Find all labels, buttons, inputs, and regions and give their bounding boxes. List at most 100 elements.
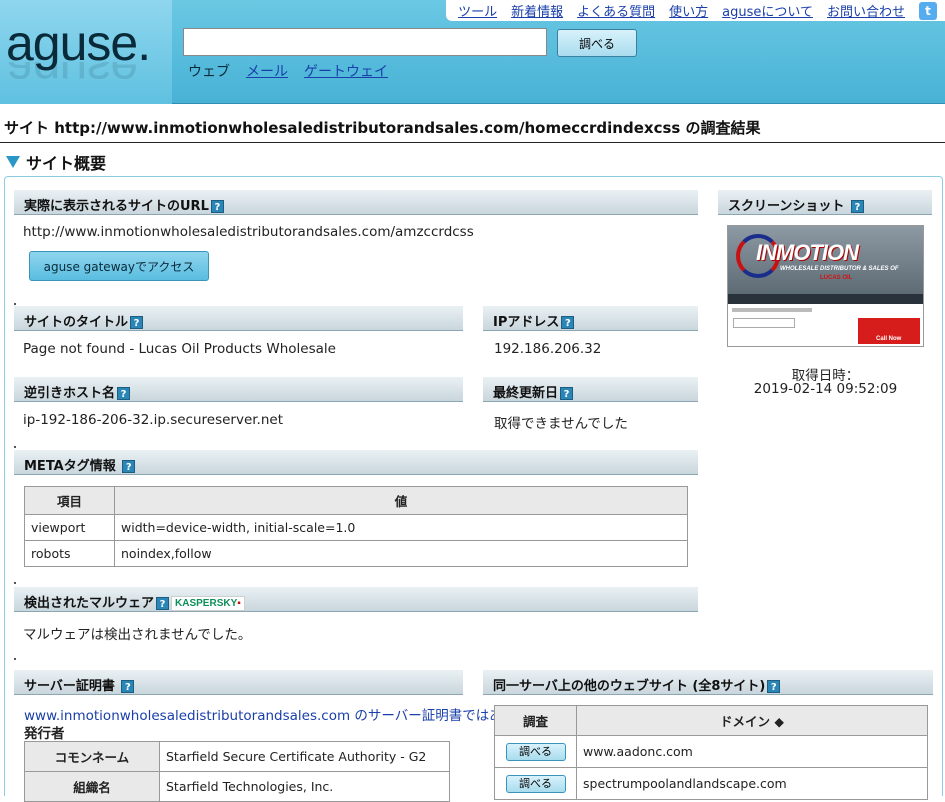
thumb-subtitle: WHOLESALE DISTRIBUTOR & SALES OF (780, 266, 899, 272)
reverse-host-value: ip-192-186-206-32.ip.secureserver.net (23, 412, 284, 428)
table-header-row: 調査 ドメイン ◆ (494, 705, 928, 736)
collapse-triangle-icon[interactable] (6, 156, 20, 168)
meta-key: robots (24, 540, 115, 567)
help-icon[interactable]: ? (130, 316, 144, 329)
title-divider (0, 142, 945, 143)
site-title-value: Page not found - Lucas Oil Products Whol… (23, 341, 336, 357)
other-sites-header: 同一サーバ上の他のウェブサイト (全8サイト)? (483, 670, 933, 695)
thumb-box (733, 318, 795, 328)
bullet-dot (14, 582, 16, 584)
last-updated-value: 取得できませんでした (494, 416, 628, 432)
nav-link-howto[interactable]: 使い方 (669, 1, 708, 20)
logo-reflection: aguse. (6, 62, 151, 97)
top-nav: ツール 新着情報 よくある質問 使い方 aguseについて お問い合わせ t (446, 0, 945, 21)
help-icon[interactable]: ? (560, 387, 574, 400)
site-title-header: サイトのタイトル? (14, 306, 463, 331)
logo[interactable]: aguse. aguse. (0, 0, 172, 104)
nav-link-contact[interactable]: お問い合わせ (827, 1, 905, 20)
bullet-dot (14, 446, 16, 448)
actual-url-value: http://www.inmotionwholesaledistributora… (23, 224, 474, 240)
help-icon[interactable]: ? (156, 597, 170, 610)
cert-issuer-label: 発行者 (24, 726, 65, 742)
thumb-ad-text: Call Now (876, 336, 902, 342)
site-domain: spectrumpoolandlandscape.com (576, 767, 928, 800)
check-site-button[interactable]: 調べる (505, 742, 566, 761)
meta-table: 項目 値 viewport width=device-width, initia… (24, 486, 688, 567)
nav-link-about[interactable]: aguseについて (722, 1, 813, 20)
page-title: サイト http://www.inmotionwholesaledistribu… (4, 119, 761, 137)
table-header-row: 項目 値 (24, 486, 688, 515)
col-check: 調査 (494, 705, 577, 736)
meta-key: viewport (24, 514, 115, 541)
ip-value: 192.186.206.32 (494, 341, 602, 357)
capture-date-value: 2019-02-14 09:52:09 (753, 381, 898, 397)
col-domain-sort[interactable]: ドメイン ◆ (576, 705, 928, 736)
nav-link-news[interactable]: 新着情報 (511, 1, 563, 20)
nav-link-tools[interactable]: ツール (458, 1, 497, 20)
nav-link-faq[interactable]: よくある質問 (577, 1, 655, 20)
cert-table: コモンネーム Starfield Secure Certificate Auth… (24, 741, 450, 802)
tab-web[interactable]: ウェブ (188, 61, 230, 81)
bullet-dot (14, 303, 16, 305)
header: aguse. aguse. ツール 新着情報 よくある質問 使い方 aguseに… (0, 0, 945, 104)
last-updated-label: 最終更新日 (493, 386, 559, 401)
help-icon[interactable]: ? (121, 680, 135, 693)
help-icon[interactable]: ? (850, 200, 864, 213)
table-row: 調べる spectrumpoolandlandscape.com (494, 767, 928, 800)
malware-label: 検出されたマルウェア (24, 596, 155, 611)
site-title-label: サイトのタイトル (24, 315, 129, 330)
other-sites-table: 調査 ドメイン ◆ 調べる www.aadonc.com 調べる spectru… (494, 705, 928, 800)
table-row: コモンネーム Starfield Secure Certificate Auth… (24, 741, 450, 772)
kaspersky-logo: KASPERSKY▪ (171, 596, 245, 611)
cert-link[interactable]: www.inmotionwholesaledistributorandsales… (24, 704, 494, 724)
table-row: 調べる www.aadonc.com (494, 735, 928, 768)
section-heading-label: サイト概要 (26, 154, 107, 173)
table-row: viewport width=device-width, initial-sca… (24, 514, 688, 541)
twitter-icon[interactable]: t (919, 1, 937, 20)
help-icon[interactable]: ? (117, 387, 131, 400)
thumb-nav (728, 294, 923, 304)
meta-value: noindex,follow (114, 540, 688, 567)
reverse-host-header: 逆引きホスト名? (14, 377, 463, 402)
col-value: 値 (114, 486, 688, 515)
cert-key: コモンネーム (24, 741, 160, 772)
cert-label: サーバー証明書 (24, 679, 115, 694)
help-icon[interactable]: ? (767, 680, 781, 693)
table-row: robots noindex,follow (24, 540, 688, 567)
other-sites-label: 同一サーバ上の他のウェブサイト (全8サイト) (493, 679, 766, 694)
cert-value: Starfield Technologies, Inc. (159, 771, 450, 802)
help-icon[interactable]: ? (561, 316, 575, 329)
site-domain: www.aadonc.com (576, 735, 928, 768)
thumb-logo: INMOTION (756, 240, 859, 265)
tab-gateway[interactable]: ゲートウェイ (304, 61, 388, 81)
help-icon[interactable]: ? (210, 200, 224, 213)
search-input[interactable] (183, 28, 547, 56)
ip-header: IPアドレス? (483, 306, 698, 331)
malware-header: 検出されたマルウェア? KASPERSKY▪ (14, 587, 698, 612)
meta-header: METAタグ情報 ? (14, 450, 698, 475)
check-site-button[interactable]: 調べる (505, 774, 566, 793)
actual-url-label: 実際に表示されるサイトのURL (24, 199, 209, 214)
thumb-brand: LUCAS OIL (820, 275, 853, 281)
bullet-dot (14, 658, 16, 660)
search-tabs: ウェブ メール ゲートウェイ (188, 61, 388, 81)
table-row: 組織名 Starfield Technologies, Inc. (24, 771, 450, 802)
thumb-bar (732, 308, 812, 312)
search-button[interactable]: 調べる (557, 29, 637, 57)
actual-url-header: 実際に表示されるサイトのURL? (14, 190, 698, 215)
cert-key: 組織名 (24, 771, 160, 802)
tab-mail[interactable]: メール (246, 61, 288, 81)
help-icon[interactable]: ? (122, 460, 136, 473)
section-heading[interactable]: サイト概要 (6, 150, 106, 174)
malware-value: マルウェアは検出されませんでした。 (23, 627, 252, 643)
meta-label: METAタグ情報 (24, 459, 116, 474)
screenshot-label: スクリーンショット (728, 199, 845, 214)
meta-value: width=device-width, initial-scale=1.0 (114, 514, 688, 541)
reverse-host-label: 逆引きホスト名 (24, 386, 116, 401)
ip-label: IPアドレス (493, 315, 560, 330)
gateway-access-button[interactable]: aguse gatewayでアクセス (29, 251, 209, 281)
screenshot-header: スクリーンショット ? (718, 190, 932, 215)
site-screenshot[interactable]: INMOTION WHOLESALE DISTRIBUTOR & SALES O… (727, 225, 924, 347)
last-updated-header: 最終更新日? (483, 377, 698, 402)
cert-value: Starfield Secure Certificate Authority -… (159, 741, 450, 772)
